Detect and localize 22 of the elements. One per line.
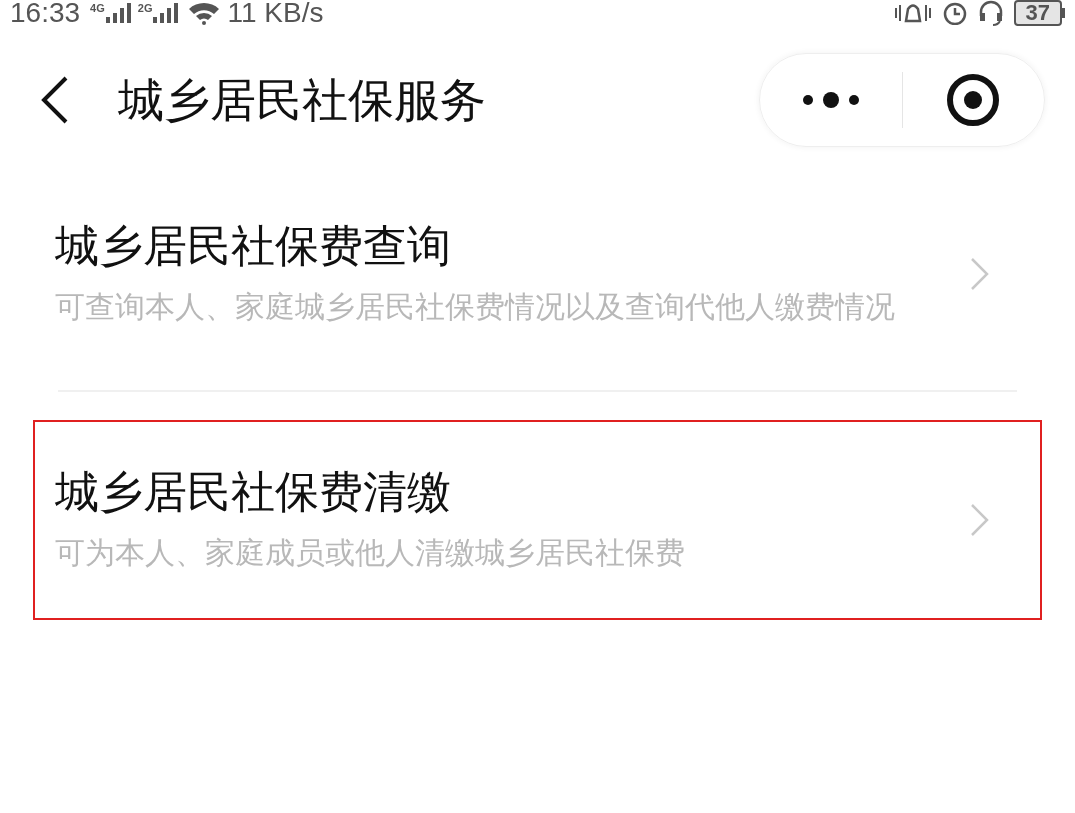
service-description: 可查询本人、家庭城乡居民社保费情况以及查询代他人缴费情况 xyxy=(55,289,895,325)
network-speed: 11 KB/s xyxy=(227,0,324,27)
chevron-right-icon xyxy=(970,503,990,537)
vibrate-bell-icon xyxy=(893,1,932,25)
service-description: 可为本人、家庭成员或他人清缴城乡居民社保费 xyxy=(55,535,686,571)
service-item[interactable]: 城乡居民社保费清缴 可为本人、家庭成员或他人清缴城乡居民社保费 xyxy=(33,420,1042,620)
status-time: 16:33 xyxy=(10,0,81,27)
signal-icon xyxy=(153,3,180,23)
alarm-clock-icon xyxy=(941,1,968,25)
network-label: 2G xyxy=(137,3,153,14)
network-label: 4G xyxy=(90,3,105,14)
service-title: 城乡居民社保费清缴 xyxy=(55,466,452,518)
service-title: 城乡居民社保费查询 xyxy=(55,220,452,272)
battery-level: 37 xyxy=(1013,0,1062,26)
chevron-right-icon xyxy=(970,257,990,291)
more-icon xyxy=(801,92,860,108)
page-title: 城乡居民社保服务 xyxy=(118,72,486,128)
wifi-icon xyxy=(187,1,222,25)
signal-icon xyxy=(105,3,132,23)
headset-icon xyxy=(977,0,1004,26)
target-icon xyxy=(946,73,1001,127)
service-item[interactable]: 城乡居民社保费查询 可查询本人、家庭城乡居民社保费情况以及查询代他人缴费情况 xyxy=(33,210,1042,390)
